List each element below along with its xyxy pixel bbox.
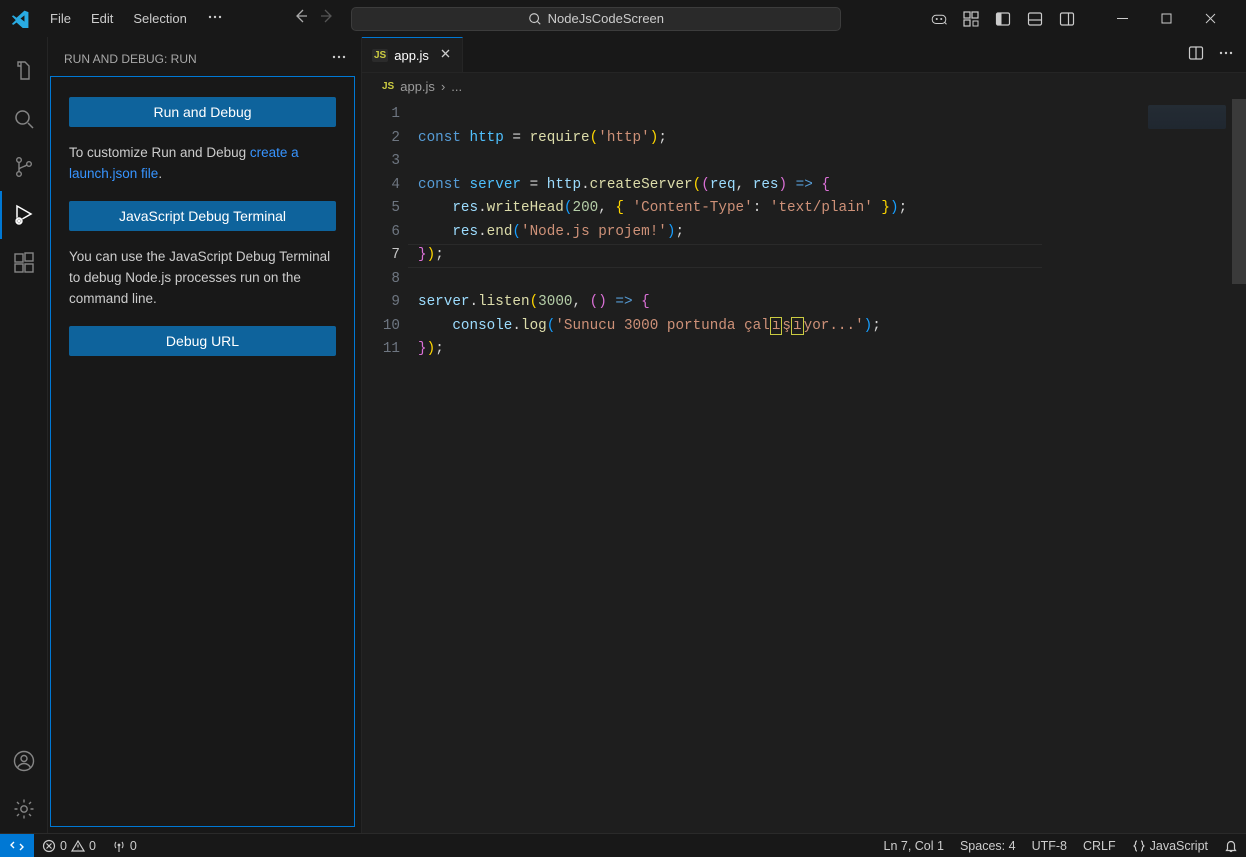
status-eol[interactable]: CRLF [1075, 839, 1124, 853]
toggle-primary-sidebar-icon[interactable] [994, 10, 1012, 28]
status-bar: 0 0 0 Ln 7, Col 1 Spaces: 4 UTF-8 CRLF J… [0, 833, 1246, 857]
activity-run-debug-icon[interactable] [0, 191, 48, 239]
breadcrumb[interactable]: JS app.js › ... [362, 73, 1246, 99]
js-debug-terminal-button[interactable]: JavaScript Debug Terminal [69, 201, 336, 231]
js-file-icon: JS [382, 81, 394, 92]
menu-edit[interactable]: Edit [83, 7, 121, 30]
command-center-search[interactable]: NodeJsCodeScreen [351, 7, 841, 31]
activity-extensions-icon[interactable] [0, 239, 48, 287]
status-language[interactable]: JavaScript [1124, 839, 1216, 853]
breadcrumb-more: ... [451, 79, 462, 94]
status-problems[interactable]: 0 0 [34, 839, 104, 853]
tab-label: app.js [394, 48, 429, 63]
status-notifications-icon[interactable] [1216, 839, 1246, 853]
warning-icon [71, 839, 85, 853]
activity-bar [0, 37, 48, 833]
activity-settings-icon[interactable] [0, 785, 48, 833]
editor-more-icon[interactable] [1218, 45, 1234, 64]
activity-search-icon[interactable] [0, 95, 48, 143]
braces-icon [1132, 839, 1146, 853]
customize-text: To customize Run and Debug create a laun… [69, 143, 336, 185]
code-editor[interactable]: 1234567891011 const http = require('http… [362, 99, 1246, 833]
tab-close-icon[interactable] [439, 47, 452, 63]
layout-customize-icon[interactable] [962, 10, 980, 28]
run-and-debug-button[interactable]: Run and Debug [69, 97, 336, 127]
split-editor-icon[interactable] [1188, 45, 1204, 64]
toggle-panel-icon[interactable] [1026, 10, 1044, 28]
minimap[interactable] [1142, 99, 1232, 833]
menu-file[interactable]: File [42, 7, 79, 30]
breadcrumb-sep-icon: › [441, 79, 445, 94]
menu-selection[interactable]: Selection [125, 7, 194, 30]
activity-explorer-icon[interactable] [0, 47, 48, 95]
vscode-logo-icon [8, 7, 32, 31]
status-encoding[interactable]: UTF-8 [1024, 839, 1075, 853]
debug-url-button[interactable]: Debug URL [69, 326, 336, 356]
breadcrumb-file: app.js [400, 79, 435, 94]
status-indentation[interactable]: Spaces: 4 [952, 839, 1024, 853]
editor-area: JS app.js JS app.js › ... [361, 37, 1246, 833]
js-file-icon: JS [372, 49, 388, 62]
status-cursor-position[interactable]: Ln 7, Col 1 [876, 839, 952, 853]
window-minimize-icon[interactable] [1100, 1, 1144, 37]
search-icon [528, 12, 542, 26]
sidebar-title: RUN AND DEBUG: RUN [64, 52, 197, 66]
tab-app-js[interactable]: JS app.js [362, 37, 463, 72]
nav-arrows [289, 8, 339, 29]
activity-accounts-icon[interactable] [0, 737, 48, 785]
line-gutter: 1234567891011 [362, 99, 418, 833]
status-ports[interactable]: 0 [104, 839, 145, 853]
run-debug-sidebar: RUN AND DEBUG: RUN Run and Debug To cust… [48, 37, 361, 833]
tab-bar: JS app.js [362, 37, 1246, 73]
title-bar: File Edit Selection NodeJsCodeScreen [0, 0, 1246, 37]
radio-tower-icon [112, 839, 126, 853]
nav-forward-icon[interactable] [319, 8, 335, 29]
activity-source-control-icon[interactable] [0, 143, 48, 191]
search-text: NodeJsCodeScreen [548, 11, 664, 26]
js-debug-terminal-text: You can use the JavaScript Debug Termina… [69, 247, 336, 310]
copilot-icon[interactable] [930, 10, 948, 28]
window-maximize-icon[interactable] [1144, 1, 1188, 37]
editor-scrollbar[interactable] [1232, 99, 1246, 833]
remote-indicator-icon[interactable] [0, 834, 34, 857]
error-icon [42, 839, 56, 853]
sidebar-more-icon[interactable] [331, 49, 347, 68]
menu-overflow-icon[interactable] [199, 5, 231, 32]
nav-back-icon[interactable] [293, 8, 309, 29]
toggle-secondary-sidebar-icon[interactable] [1058, 10, 1076, 28]
window-close-icon[interactable] [1188, 1, 1232, 37]
code-content[interactable]: const http = require('http'); const serv… [418, 99, 1142, 833]
